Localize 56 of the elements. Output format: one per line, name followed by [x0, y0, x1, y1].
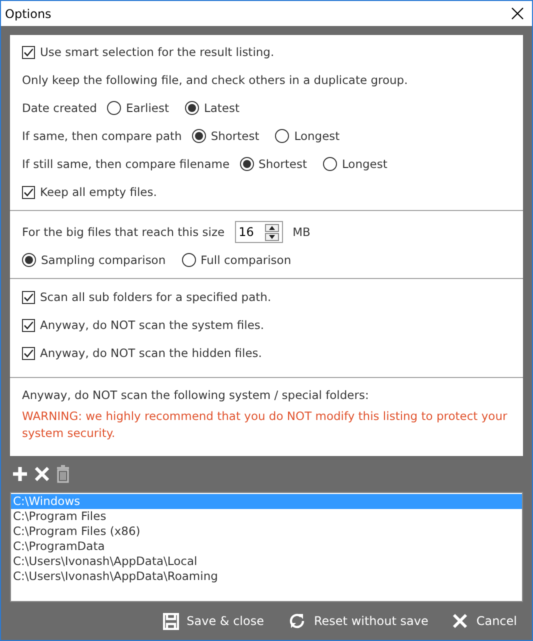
close-icon — [452, 613, 468, 629]
decrement-button[interactable] — [264, 232, 279, 240]
checkbox-label: Keep all empty files. — [40, 185, 157, 199]
radio-label: Shortest — [210, 129, 260, 143]
criterion-label: Date created — [22, 101, 97, 115]
radio-label: Shortest — [258, 157, 307, 171]
instruction-text: Only keep the following file, and check others in a duplicate group. — [22, 73, 408, 87]
folder-item[interactable]: C:\Users\Ivonash\AppData\Roaming — [11, 569, 522, 584]
checkbox[interactable] — [22, 186, 35, 198]
radio-label: Longest — [294, 129, 340, 143]
checkbox-label: Anyway, do NOT scan the system files. — [40, 318, 264, 332]
increment-button[interactable] — [264, 224, 279, 232]
checkbox-label: Anyway, do NOT scan the hidden files. — [40, 346, 262, 360]
remove-button[interactable] — [34, 466, 50, 482]
cancel-button[interactable]: Cancel — [450, 611, 519, 631]
radio-button[interactable] — [22, 253, 36, 267]
radio-label: Latest — [204, 101, 240, 115]
add-button[interactable] — [12, 466, 28, 482]
folder-item[interactable]: C:\Users\Ivonash\AppData\Local — [11, 554, 522, 569]
radio-button[interactable] — [192, 129, 206, 143]
checkbox[interactable] — [22, 318, 35, 332]
checkbox-label: Use smart selection for the result listing. — [40, 45, 274, 59]
reset-button[interactable]: Reset without save — [286, 610, 430, 632]
checkbox-label: Scan all sub folders for a specified path. — [40, 290, 272, 304]
radio-label: Longest — [342, 157, 388, 171]
size-spinner[interactable]: 16 — [234, 221, 283, 243]
criterion-label: If same, then compare path — [22, 129, 182, 143]
radio-label: Earliest — [126, 101, 169, 115]
radio-label: Full comparison — [200, 253, 292, 267]
cross-icon — [34, 466, 50, 482]
checkbox[interactable] — [22, 346, 35, 360]
save-button[interactable]: Save & close — [160, 610, 266, 632]
down-arrow-icon — [268, 234, 275, 238]
refresh-icon — [288, 612, 306, 630]
checkbox[interactable] — [22, 46, 35, 58]
radio-button[interactable] — [322, 157, 337, 171]
radio-button[interactable] — [184, 101, 199, 115]
folder-item[interactable]: C:\Program Files — [11, 509, 522, 524]
criterion-label: If still same, then compare filename — [22, 157, 230, 171]
checkbox[interactable] — [22, 290, 35, 304]
folder-item[interactable]: C:\Program Files (x86) — [11, 524, 522, 539]
close-button[interactable] — [509, 5, 526, 22]
unit-label: MB — [292, 225, 310, 239]
radio-label: Sampling comparison — [41, 253, 166, 267]
folder-item[interactable]: C:\ProgramData — [11, 539, 522, 554]
radio-button[interactable] — [106, 101, 121, 115]
folders-note: Anyway, do NOT scan the following system / special folders: — [22, 388, 369, 402]
radio-button[interactable] — [182, 253, 196, 267]
radio-button[interactable] — [240, 157, 254, 171]
warning-text: WARNING: we highly recommend that you do NOT modify this listing to protect your system security. — [22, 408, 508, 442]
up-arrow-icon — [268, 226, 275, 230]
size-label: For the big files that reach this size — [22, 225, 225, 239]
window-title: Options — [5, 6, 52, 20]
plus-icon — [12, 466, 28, 482]
trash-icon — [56, 465, 70, 483]
radio-button[interactable] — [275, 129, 290, 143]
